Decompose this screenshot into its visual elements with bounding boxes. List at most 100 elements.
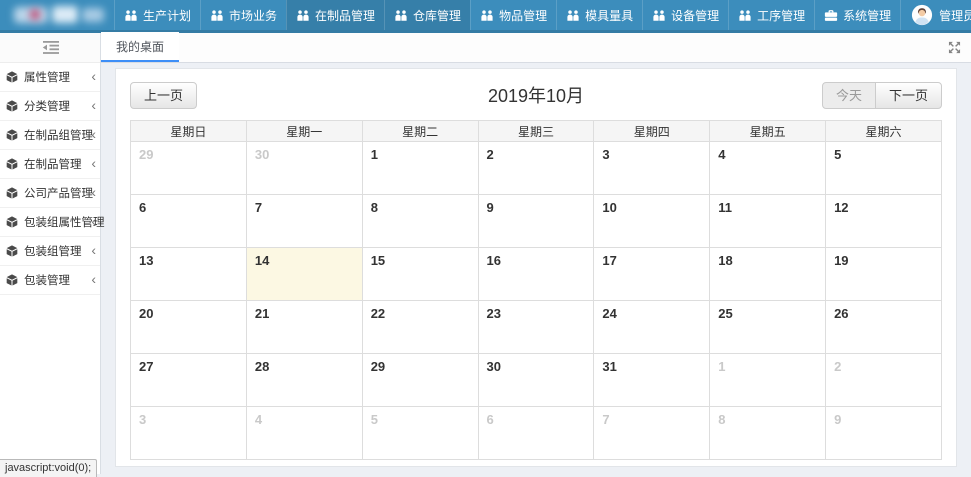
topnav-item[interactable]: 模具量具 [556, 0, 642, 30]
day-number: 1 [364, 143, 477, 162]
people-icon [394, 9, 408, 22]
calendar-day-cell[interactable]: 27 [131, 354, 247, 407]
calendar-day-cell[interactable]: 1 [362, 142, 478, 195]
brand-logo[interactable] [0, 0, 114, 30]
day-number: 22 [364, 302, 477, 321]
calendar-day-cell[interactable]: 6 [478, 407, 594, 460]
calendar-day-cell[interactable]: 7 [594, 407, 710, 460]
calendar-day-cell[interactable]: 5 [826, 142, 942, 195]
sidebar-item[interactable]: 分类管理‹ [0, 92, 100, 121]
calendar-day-cell[interactable]: 19 [826, 248, 942, 301]
sidebar-collapse-button[interactable] [0, 33, 100, 63]
topnav-item[interactable]: 仓库管理 [384, 0, 470, 30]
calendar-day-cell[interactable]: 28 [246, 354, 362, 407]
calendar-day-cell[interactable]: 18 [710, 248, 826, 301]
expand-arrows-icon[interactable] [948, 41, 961, 54]
day-number: 2 [480, 143, 593, 162]
logo-blur-shape [30, 9, 40, 20]
calendar-day-cell[interactable]: 17 [594, 248, 710, 301]
calendar-day-cell[interactable]: 7 [246, 195, 362, 248]
next-page-button[interactable]: 下一页 [875, 82, 942, 109]
day-number: 26 [827, 302, 940, 321]
weekday-header: 星期一 [246, 121, 362, 142]
calendar-day-cell[interactable]: 31 [594, 354, 710, 407]
calendar-day-cell[interactable]: 13 [131, 248, 247, 301]
calendar-day-cell[interactable]: 29 [362, 354, 478, 407]
calendar-day-cell[interactable]: 6 [131, 195, 247, 248]
calendar-toolbar: 上一页 2019年10月 今天 下一页 [130, 82, 942, 110]
topnav-item[interactable]: 设备管理 [642, 0, 728, 30]
today-button[interactable]: 今天 [822, 82, 876, 109]
tab-my-desktop[interactable]: 我的桌面 [101, 32, 179, 62]
cube-icon [6, 245, 18, 257]
prev-page-button[interactable]: 上一页 [130, 82, 197, 109]
day-number: 20 [132, 302, 245, 321]
calendar-day-cell[interactable]: 9 [826, 407, 942, 460]
day-number: 16 [480, 249, 593, 268]
day-number: 6 [132, 196, 245, 215]
day-number: 5 [364, 408, 477, 427]
calendar-day-cell[interactable]: 23 [478, 301, 594, 354]
sidebar-item[interactable]: 在制品组管理‹ [0, 121, 100, 150]
user-menu[interactable]: 管理员[管理员] [901, 0, 971, 30]
topnav-item[interactable]: 系统管理 [814, 0, 901, 30]
day-number: 8 [364, 196, 477, 215]
calendar-day-cell[interactable]: 4 [246, 407, 362, 460]
sidebar-item[interactable]: 包装组属性管理‹ [0, 208, 100, 237]
calendar-day-cell[interactable]: 24 [594, 301, 710, 354]
day-number: 9 [480, 196, 593, 215]
day-number: 30 [248, 143, 361, 162]
calendar-week-row: 6789101112 [131, 195, 942, 248]
calendar-day-cell[interactable]: 26 [826, 301, 942, 354]
calendar-day-cell[interactable]: 11 [710, 195, 826, 248]
logo-blur-shape [82, 8, 104, 22]
day-number: 25 [711, 302, 824, 321]
calendar-day-cell[interactable]: 15 [362, 248, 478, 301]
sidebar-item[interactable]: 公司产品管理‹ [0, 179, 100, 208]
calendar-week-row: 20212223242526 [131, 301, 942, 354]
sidebar-item[interactable]: 包装组管理‹ [0, 237, 100, 266]
calendar-day-cell[interactable]: 8 [710, 407, 826, 460]
topnav-item-label: 仓库管理 [413, 7, 461, 24]
calendar-day-cell[interactable]: 30 [478, 354, 594, 407]
calendar-day-cell[interactable]: 3 [131, 407, 247, 460]
calendar-day-cell[interactable]: 16 [478, 248, 594, 301]
topnav-item[interactable]: 市场业务 [200, 0, 286, 30]
day-number: 10 [595, 196, 708, 215]
topnav-item-label: 在制品管理 [315, 7, 375, 24]
sidebar-item[interactable]: 在制品管理‹ [0, 150, 100, 179]
calendar-day-cell[interactable]: 20 [131, 301, 247, 354]
calendar-day-cell[interactable]: 30 [246, 142, 362, 195]
chevron-left-icon: ‹ [91, 127, 96, 141]
calendar-day-cell[interactable]: 2 [478, 142, 594, 195]
day-number: 24 [595, 302, 708, 321]
topnav-item[interactable]: 工序管理 [728, 0, 814, 30]
sidebar-item[interactable]: 属性管理‹ [0, 63, 100, 92]
calendar-day-cell[interactable]: 22 [362, 301, 478, 354]
calendar-day-cell[interactable]: 9 [478, 195, 594, 248]
topnav-item[interactable]: 物品管理 [470, 0, 556, 30]
calendar-day-cell[interactable]: 5 [362, 407, 478, 460]
sidebar-item[interactable]: 包装管理‹ [0, 266, 100, 295]
calendar-day-cell[interactable]: 4 [710, 142, 826, 195]
user-avatar-icon [911, 4, 933, 26]
calendar-day-cell[interactable]: 2 [826, 354, 942, 407]
calendar-day-cell[interactable]: 14 [246, 248, 362, 301]
day-number: 23 [480, 302, 593, 321]
sidebar-item-label: 包装组管理 [24, 243, 82, 259]
day-number: 1 [711, 355, 824, 374]
calendar-day-cell[interactable]: 3 [594, 142, 710, 195]
calendar-day-cell[interactable]: 25 [710, 301, 826, 354]
chevron-left-icon: ‹ [91, 185, 96, 199]
topnav-items: 生产计划市场业务 在制品管理 仓库管理物品管理模具量具设备管理工序管理系统管理 [114, 0, 901, 30]
topnav-item[interactable]: 生产计划 [114, 0, 200, 30]
topnav-item[interactable]: 在制品管理 [286, 0, 384, 30]
calendar-day-cell[interactable]: 29 [131, 142, 247, 195]
calendar-day-cell[interactable]: 10 [594, 195, 710, 248]
calendar-day-cell[interactable]: 1 [710, 354, 826, 407]
calendar-day-cell[interactable]: 21 [246, 301, 362, 354]
calendar-day-cell[interactable]: 8 [362, 195, 478, 248]
sidebar-item-label: 包装管理 [24, 272, 70, 288]
calendar-day-cell[interactable]: 12 [826, 195, 942, 248]
day-number: 19 [827, 249, 940, 268]
